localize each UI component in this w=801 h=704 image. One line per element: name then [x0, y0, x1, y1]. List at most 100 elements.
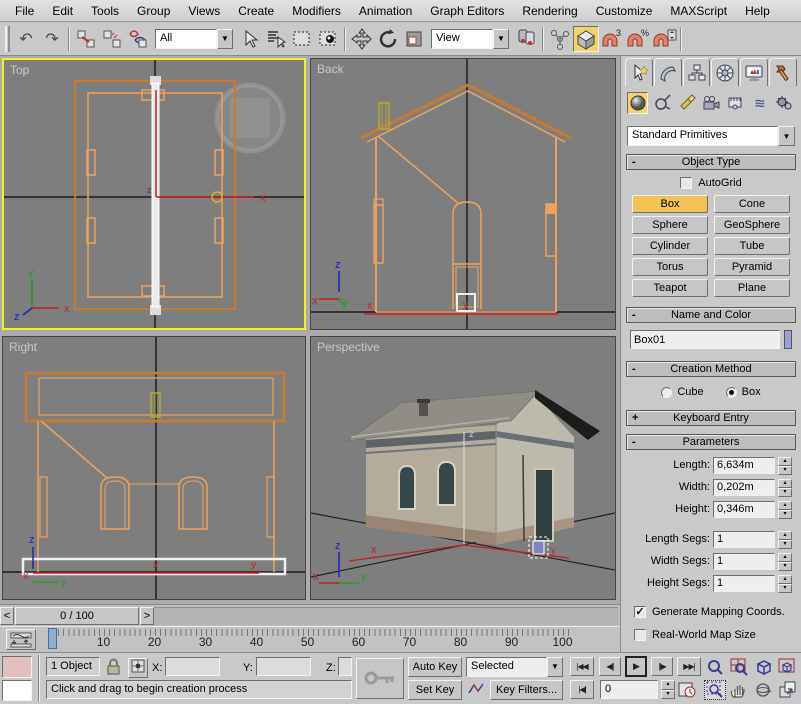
- viewport-perspective-canvas[interactable]: z x y z x y: [311, 337, 615, 599]
- parameter-value-field[interactable]: 1: [713, 575, 775, 592]
- rectangular-selection-region-icon[interactable]: [289, 26, 315, 52]
- spin-down-icon[interactable]: ▾: [778, 562, 792, 571]
- object-type-button[interactable]: Plane: [714, 279, 790, 297]
- viewport-top[interactable]: Top x z y x z: [2, 58, 306, 330]
- viewport-right-label[interactable]: Right: [9, 340, 37, 354]
- set-key-button[interactable]: Set Key: [408, 680, 462, 700]
- select-and-rotate-icon[interactable]: [375, 26, 401, 52]
- select-object-icon[interactable]: [237, 26, 263, 52]
- go-to-start-button[interactable]: |◀◀: [570, 657, 594, 676]
- go-to-end-button[interactable]: ▶▶|: [677, 657, 701, 676]
- category-systems[interactable]: [774, 92, 795, 114]
- reference-coordinate-system-dropdown[interactable]: View ▼: [431, 29, 509, 49]
- spin-up-icon[interactable]: ▴: [778, 575, 792, 584]
- absolute-offset-mode-toggle[interactable]: [128, 658, 148, 678]
- viewport-right[interactable]: Right x y z y x: [2, 336, 306, 600]
- spin-up-icon[interactable]: ▴: [778, 531, 792, 540]
- time-slider-track[interactable]: [154, 607, 618, 625]
- select-by-name-icon[interactable]: [263, 26, 289, 52]
- spinner-control[interactable]: ▴ ▾: [778, 501, 792, 518]
- select-and-link-icon[interactable]: [73, 26, 99, 52]
- object-type-button[interactable]: GeoSphere: [714, 216, 790, 234]
- object-category-arrow-icon[interactable]: ▼: [778, 126, 795, 146]
- creation-method-radio[interactable]: Box: [726, 386, 761, 398]
- menu-item[interactable]: Edit: [43, 1, 82, 21]
- toolbar-grip[interactable]: [5, 26, 10, 52]
- object-name-input[interactable]: [630, 330, 780, 349]
- z-coordinate-field[interactable]: [338, 657, 352, 676]
- parameter-value-field[interactable]: 1: [713, 553, 775, 570]
- object-type-button[interactable]: Tube: [714, 237, 790, 255]
- spinner-control[interactable]: ▴ ▾: [778, 531, 792, 548]
- menu-item[interactable]: Rendering: [513, 1, 586, 21]
- menu-item[interactable]: Customize: [587, 1, 662, 21]
- rollout-parameters-header[interactable]: - Parameters: [626, 434, 796, 450]
- time-slider-handle[interactable]: [48, 628, 57, 649]
- rollout-creation-method-header[interactable]: - Creation Method: [626, 361, 796, 377]
- rollout-keyboard-entry-header[interactable]: + Keyboard Entry: [626, 410, 796, 426]
- time-slider[interactable]: 0 / 100: [15, 607, 139, 625]
- spin-up-icon[interactable]: ▴: [661, 680, 675, 690]
- tab-display[interactable]: [740, 58, 768, 86]
- spin-down-icon[interactable]: ▾: [778, 510, 792, 519]
- key-mode-toggle[interactable]: |◀|: [570, 680, 594, 699]
- object-category-dropdown[interactable]: Standard Primitives ▼: [627, 126, 795, 146]
- key-filter-value[interactable]: Selected: [466, 657, 547, 677]
- key-filter-arrow-icon[interactable]: ▼: [547, 657, 563, 677]
- viewport-back-label[interactable]: Back: [317, 62, 344, 76]
- region-zoom-button[interactable]: [704, 680, 726, 700]
- set-keys-button[interactable]: [356, 658, 404, 699]
- menu-item[interactable]: Animation: [350, 1, 421, 21]
- auto-key-button[interactable]: Auto Key: [408, 657, 462, 677]
- tab-utilities[interactable]: [769, 58, 797, 86]
- viewport-perspective[interactable]: Perspective z x: [310, 336, 616, 600]
- category-helpers[interactable]: [725, 92, 746, 114]
- parameter-value-field[interactable]: 0,346m: [713, 501, 775, 518]
- viewport-back-canvas[interactable]: x y z x y: [311, 59, 615, 329]
- default-in-out-tangent-button[interactable]: [466, 680, 486, 700]
- parameter-value-field[interactable]: 1: [713, 531, 775, 548]
- selection-filter-value[interactable]: All: [155, 29, 217, 49]
- spin-up-icon[interactable]: ▴: [778, 479, 792, 488]
- viewport-top-label[interactable]: Top: [10, 63, 29, 77]
- object-type-button[interactable]: Pyramid: [714, 258, 790, 276]
- object-type-button[interactable]: Torus: [632, 258, 708, 276]
- previous-frame-button[interactable]: <: [0, 607, 14, 625]
- select-and-manipulate-icon[interactable]: [547, 26, 573, 52]
- key-filter-dropdown[interactable]: Selected ▼: [466, 657, 563, 677]
- creation-method-radio[interactable]: Cube: [661, 386, 703, 398]
- autogrid-checkbox[interactable]: ✓: [680, 177, 692, 189]
- spin-down-icon[interactable]: ▾: [778, 466, 792, 475]
- radio-dot-icon[interactable]: [726, 387, 737, 398]
- y-coordinate-field[interactable]: [256, 657, 311, 676]
- zoom-all-button[interactable]: [728, 657, 750, 677]
- maximize-viewport-toggle[interactable]: [776, 680, 798, 700]
- spinner-control[interactable]: ▴ ▾: [778, 575, 792, 592]
- object-type-button[interactable]: Box: [632, 195, 708, 213]
- object-type-button[interactable]: Cone: [714, 195, 790, 213]
- arc-rotate-button[interactable]: [752, 680, 774, 700]
- zoom-extents-button[interactable]: [752, 657, 774, 677]
- viewport-top-canvas[interactable]: x z y x z: [4, 60, 304, 328]
- category-geometry[interactable]: [627, 92, 648, 114]
- x-coordinate-field[interactable]: [165, 657, 220, 676]
- parameter-value-field[interactable]: 6,634m: [713, 457, 775, 474]
- menu-item[interactable]: Modifiers: [283, 1, 350, 21]
- viewport-back[interactable]: Back x y z x: [310, 58, 616, 330]
- previous-frame-button[interactable]: ◀||: [599, 657, 621, 676]
- menu-item[interactable]: MAXScript: [661, 1, 736, 21]
- spinner-control[interactable]: ▴ ▾: [778, 479, 792, 496]
- window-crossing-toggle-icon[interactable]: [315, 26, 341, 52]
- maxscript-macro-recorder[interactable]: [2, 656, 32, 678]
- menu-item[interactable]: Create: [229, 1, 283, 21]
- tab-hierarchy[interactable]: [683, 58, 711, 86]
- coord-system-value[interactable]: View: [431, 29, 493, 49]
- percent-snap-toggle-icon[interactable]: %: [625, 26, 651, 52]
- spin-up-icon[interactable]: ▴: [778, 553, 792, 562]
- menu-item[interactable]: File: [6, 1, 43, 21]
- tab-motion[interactable]: [711, 58, 739, 86]
- key-filters-button[interactable]: Key Filters...: [490, 680, 563, 700]
- menu-item[interactable]: Help: [736, 1, 779, 21]
- object-type-button[interactable]: Sphere: [632, 216, 708, 234]
- redo-icon[interactable]: ↷: [39, 26, 65, 52]
